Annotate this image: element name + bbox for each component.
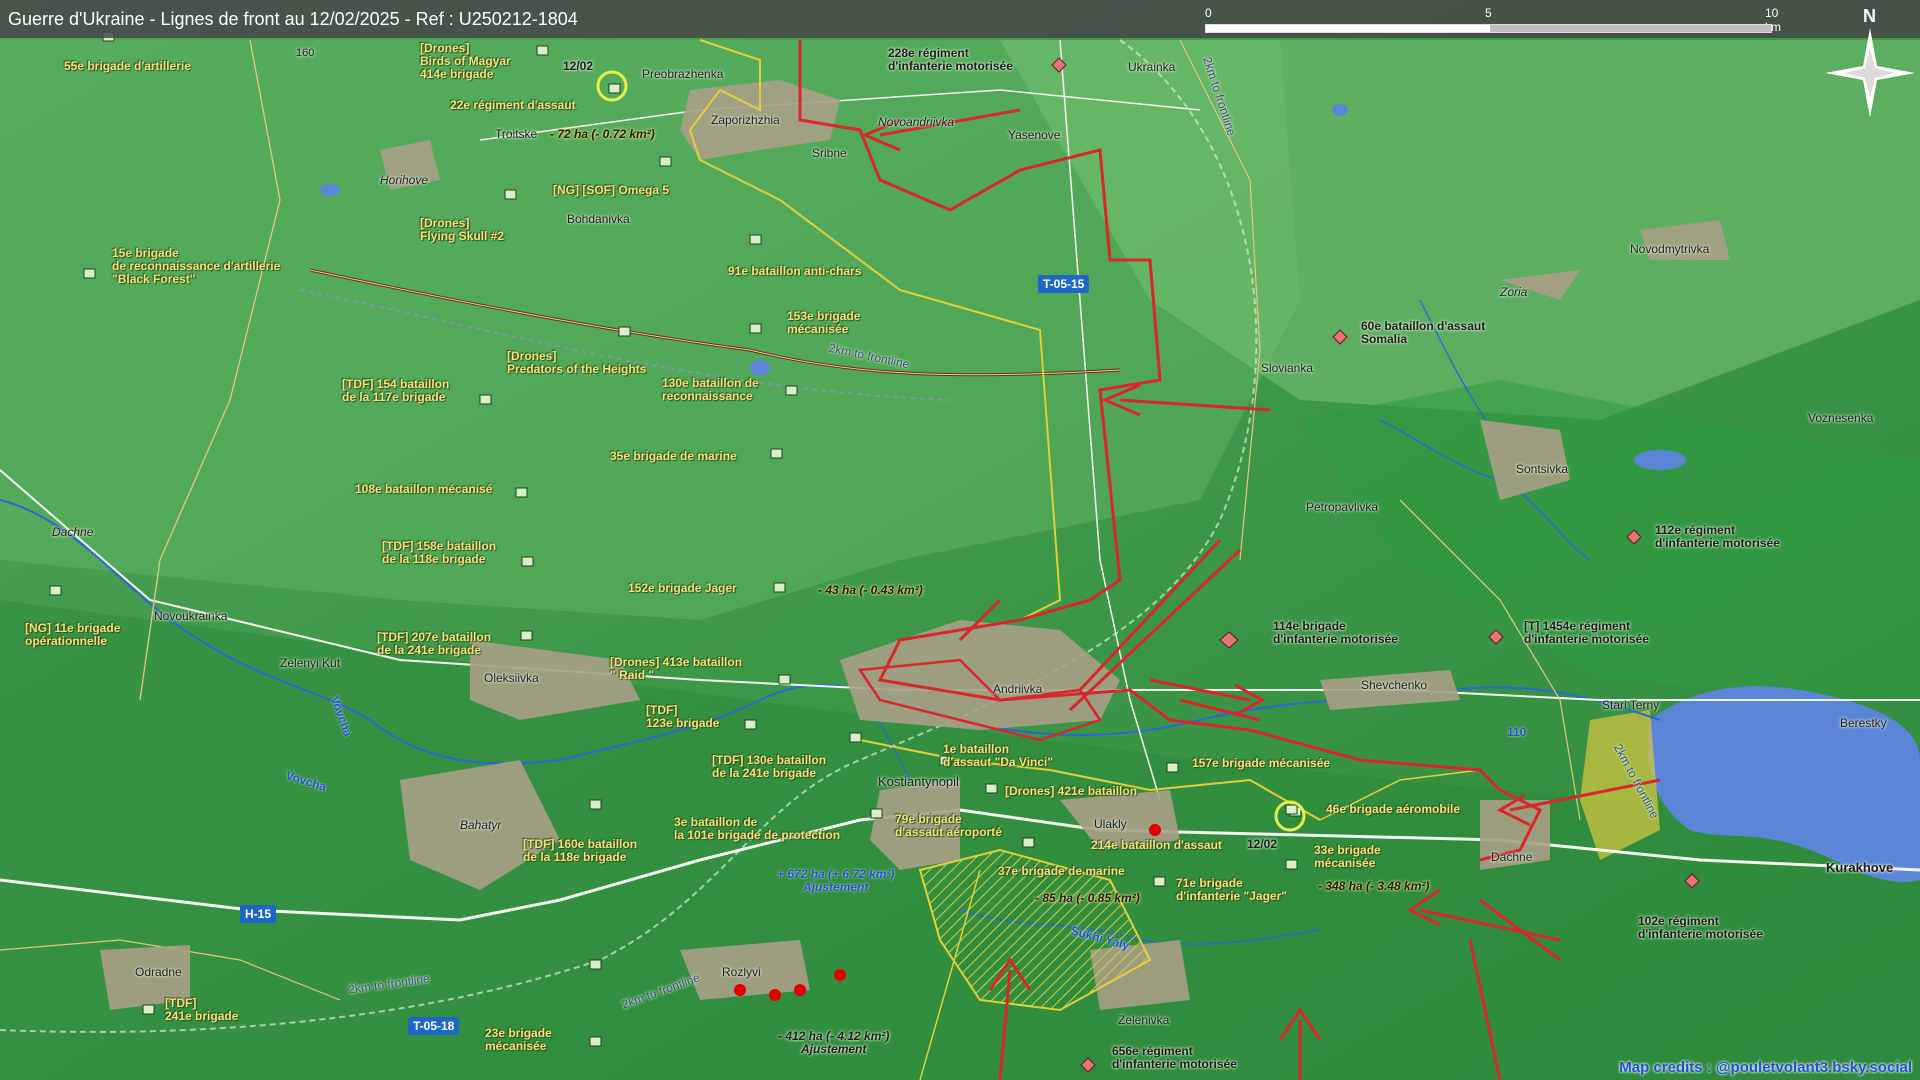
ru-unit-label: 102e régiment d'infanterie motorisée bbox=[1638, 914, 1763, 941]
town-label: Sontsivka bbox=[1516, 462, 1569, 476]
town-label: Stari Terny bbox=[1602, 698, 1660, 712]
ukr-unit-label: 214e bataillon d'assaut bbox=[1091, 838, 1222, 852]
ru-unit-label: 114e brigade d'infanterie motorisée bbox=[1273, 619, 1398, 646]
town-label: Novoukrainka bbox=[154, 609, 228, 623]
town-label: Zelenyi Kut bbox=[280, 656, 341, 670]
road-number: 110 bbox=[1507, 725, 1527, 739]
pond bbox=[320, 184, 340, 196]
ukr-unit-label: 22e régiment d'assaut bbox=[450, 98, 576, 112]
map-credits[interactable]: Map credits : @pouletvolant3.bsky.social bbox=[1619, 1059, 1912, 1076]
ukr-unit-label: [Drones] Predators of the Heights bbox=[507, 349, 647, 376]
town-label: Slovianka bbox=[1261, 361, 1314, 375]
scale-bar: 0 5 10 km bbox=[1205, 6, 1781, 34]
scale-label: 0 bbox=[1205, 6, 1212, 20]
town-label: Andriivka bbox=[993, 682, 1043, 696]
scale-label: 5 bbox=[1485, 6, 1492, 20]
town-label: Kostiantynopil bbox=[878, 774, 959, 789]
adjustment-label: + 672 ha (+ 6.72 km²) Ajustement bbox=[777, 867, 895, 894]
ukr-unit-label: [Drones] Flying Skull #2 bbox=[420, 216, 505, 243]
town-label: Zaporizhzhia bbox=[711, 113, 780, 127]
town-label: Novodmytrivka bbox=[1630, 242, 1710, 256]
road-badge: T-05-18 bbox=[408, 1017, 460, 1035]
ukr-unit-label: 157e brigade mécanisée bbox=[1192, 756, 1331, 770]
ukr-unit-label: 15e brigade de reconnaissance d'artiller… bbox=[112, 246, 281, 286]
ukr-unit-label: 35e brigade de marine bbox=[610, 449, 737, 463]
ukr-unit-label: 33e brigade mécanisée bbox=[1314, 843, 1381, 870]
town-label: Zelenivka bbox=[1118, 1013, 1170, 1027]
ukr-unit-label: [NG] 11e brigade opérationnelle bbox=[25, 621, 121, 648]
area-change-label: - 348 ha (- 3.48 km²) bbox=[1318, 879, 1430, 893]
date-tag: 12/02 bbox=[1247, 837, 1278, 851]
date-tag: 12/02 bbox=[563, 59, 594, 73]
town-label: Voznesenka bbox=[1808, 411, 1874, 425]
ukr-unit-label: [Drones] Birds of Magyar 414e brigade bbox=[420, 41, 511, 81]
town-label: Ulakly bbox=[1094, 817, 1127, 831]
area-change-label: - 43 ha (- 0.43 km²) bbox=[818, 583, 923, 597]
pond bbox=[1332, 104, 1348, 116]
ukr-unit-label: 91e bataillon anti-chars bbox=[728, 264, 862, 278]
town-label: Odradne bbox=[135, 965, 182, 979]
ukr-unit-label: 55e brigade d'artillerie bbox=[64, 59, 191, 73]
town-label: Yasenove bbox=[1008, 128, 1061, 142]
town-label: Troitske bbox=[495, 127, 538, 141]
town-label: Horihove bbox=[380, 173, 429, 187]
town-label: Petropavlivka bbox=[1306, 500, 1379, 514]
road-badge: H-15 bbox=[240, 905, 277, 923]
town-label: Bohdanivka bbox=[567, 212, 630, 226]
ru-unit-label: 656e régiment d'infanterie motorisée bbox=[1112, 1044, 1237, 1071]
pond bbox=[1634, 450, 1686, 470]
adjustment-label: - 412 ha (- 4.12 km²) Ajustement bbox=[778, 1029, 890, 1056]
town-label: Bahatyr bbox=[460, 818, 502, 832]
ru-unit-label: 228e régiment d'infanterie motorisée bbox=[888, 46, 1013, 73]
town-label: Novoandriivka bbox=[878, 115, 955, 129]
town-label: Dachne bbox=[1491, 850, 1533, 864]
compass-rose: N bbox=[1825, 6, 1915, 118]
ukr-unit-label: 152e brigade Jager bbox=[628, 581, 737, 595]
ukr-unit-label: 108e bataillon mécanisé bbox=[355, 482, 493, 496]
ukr-unit-label: [TDF] 158e bataillon de la 118e brigade bbox=[382, 539, 497, 566]
ukr-unit-label: 1e bataillon d'assaut "Da Vinci" bbox=[943, 742, 1054, 769]
north-label: N bbox=[1863, 6, 1876, 26]
ukr-unit-label: 23e brigade mécanisée bbox=[485, 1026, 552, 1053]
ukr-unit-label: [TDF] 123e brigade bbox=[646, 703, 720, 730]
ukr-unit-label: 130e bataillon de reconnaissance bbox=[662, 376, 759, 403]
ukr-unit-label: [TDF] 154 bataillon de la 117e brigade bbox=[342, 377, 450, 404]
ukr-unit-label: 153e brigade mécanisée bbox=[787, 309, 861, 336]
ukr-unit-label: [NG] [SOF] Omega 5 bbox=[553, 183, 670, 197]
ukr-unit-label: [Drones] 421e bataillon bbox=[1005, 784, 1138, 798]
ukr-unit-label: [TDF] 207e bataillon de la 241e brigade bbox=[377, 630, 492, 657]
area-change-label: - 72 ha (- 0.72 km²) bbox=[550, 127, 655, 141]
ru-unit-label: 112e régiment d'infanterie motorisée bbox=[1655, 523, 1780, 550]
town-label: Sribne bbox=[812, 146, 847, 160]
town-label: Rozlyvi bbox=[722, 965, 761, 979]
ukr-unit-label: [TDF] 241e brigade bbox=[165, 996, 239, 1023]
ukr-unit-label: [Drones] 413e bataillon " Raid " bbox=[610, 655, 743, 682]
town-label: Ukrainka bbox=[1128, 60, 1176, 74]
ukr-unit-label: 37e brigade de marine bbox=[998, 864, 1125, 878]
ukr-unit-label: [TDF] 160e bataillon de la 118e brigade bbox=[523, 837, 638, 864]
ukr-unit-label: 71e brigade d'infanterie "Jager" bbox=[1176, 876, 1287, 903]
town-label: Dachne bbox=[52, 525, 94, 539]
elevation-label: 160 bbox=[296, 47, 315, 59]
road-badge: T-05-15 bbox=[1038, 275, 1090, 293]
compass-star-icon bbox=[1825, 28, 1915, 118]
town-label: Oleksiivka bbox=[484, 671, 539, 685]
town-label: Zoria bbox=[1500, 285, 1528, 299]
pond bbox=[750, 360, 770, 376]
ru-unit-label: 60e bataillon d'assaut Somalia bbox=[1361, 319, 1486, 346]
ukr-unit-label: 79e brigade d'assaut aéroporté bbox=[895, 812, 1002, 839]
ukr-unit-label: 46e brigade aéromobile bbox=[1326, 802, 1461, 816]
ru-unit-label: [T] 1454e régiment d'infanterie motorisé… bbox=[1524, 619, 1649, 646]
town-label: Kurakhove bbox=[1826, 860, 1894, 875]
area-change-label: - 85 ha (- 0.85 km²) bbox=[1035, 891, 1140, 905]
map-canvas[interactable] bbox=[0, 0, 1920, 1080]
ukr-unit-label: [TDF] 130e bataillon de la 241e brigade bbox=[712, 753, 827, 780]
town-label: Shevchenko bbox=[1361, 678, 1428, 692]
ukr-unit-label: 3e bataillon de la 101e brigade de prote… bbox=[674, 815, 841, 842]
town-label: Berestky bbox=[1840, 716, 1887, 730]
town-label: Preobrazhenka bbox=[642, 67, 724, 81]
